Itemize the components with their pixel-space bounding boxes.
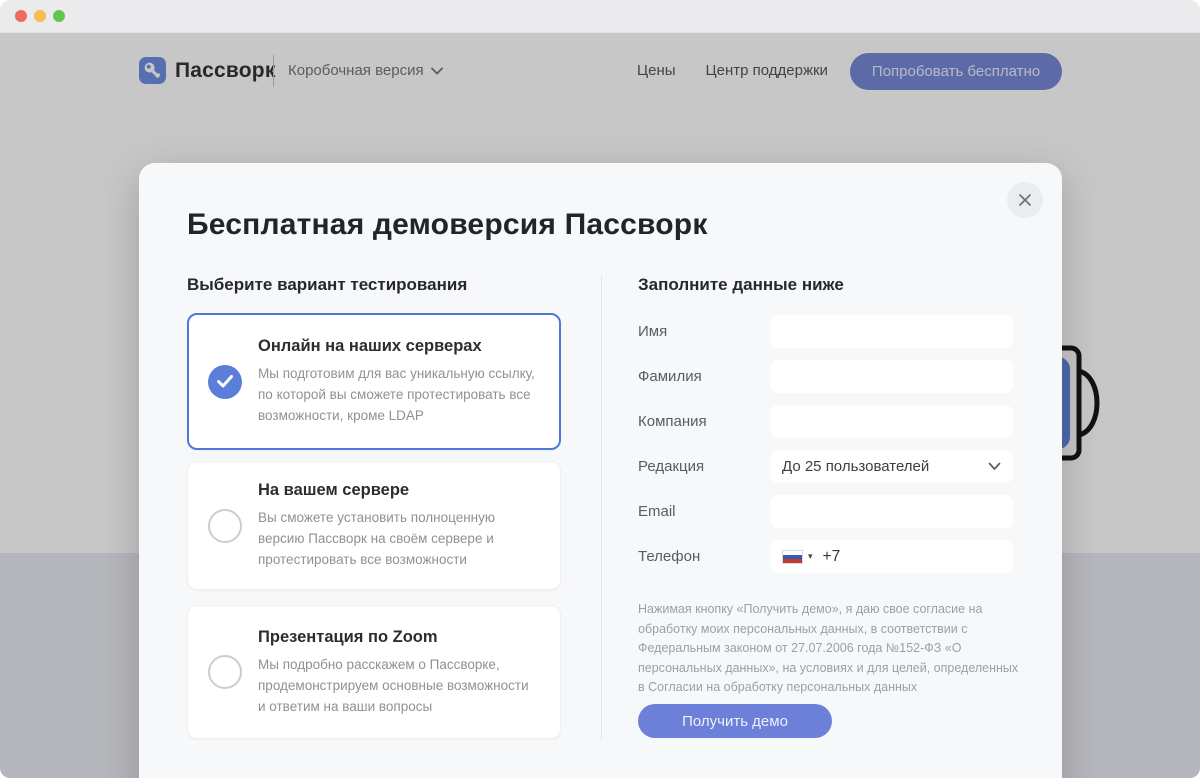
company-input[interactable]: [770, 405, 1013, 438]
radio-unchecked-icon[interactable]: [208, 655, 242, 689]
form-row-edition: Редакция До 25 пользователей: [638, 450, 1153, 483]
phone-input-box[interactable]: ▾ +7: [770, 540, 1013, 573]
surname-input[interactable]: [770, 360, 1013, 393]
page-background: Пассворк Коробочная версия Цены Центр по…: [0, 33, 1200, 778]
radio-checked-icon[interactable]: [208, 364, 242, 399]
option-text: Презентация по Zoom Мы подробно расскаже…: [258, 628, 536, 717]
field-label: Имя: [638, 323, 668, 340]
options-heading: Выберите вариант тестирования: [187, 275, 468, 294]
form-heading: Заполните данные ниже: [638, 275, 844, 294]
demo-modal: Бесплатная демоверсия Пассворк Выберите …: [139, 163, 1062, 778]
russia-flag-icon[interactable]: [782, 549, 803, 564]
option-title: Презентация по Zoom: [258, 627, 438, 646]
option-card-online[interactable]: Онлайн на наших серверах Мы подготовим д…: [187, 313, 561, 450]
titlebar: [0, 0, 1200, 33]
option-description: Мы подробно расскажем о Пассворке, проде…: [258, 656, 529, 714]
phone-prefix: +7: [822, 547, 841, 565]
option-text: Онлайн на наших серверах Мы подготовим д…: [258, 337, 536, 426]
consent-text: Нажимая кнопку «Получить демо», я даю св…: [638, 602, 1019, 694]
form-row-name: Имя: [638, 315, 1153, 348]
option-text: На вашем сервере Вы сможете установить п…: [258, 481, 536, 570]
minimize-window-button[interactable]: [34, 10, 46, 22]
name-input[interactable]: [770, 315, 1013, 348]
radio-unchecked-icon[interactable]: [208, 508, 242, 543]
browser-window: Пассворк Коробочная версия Цены Центр по…: [0, 0, 1200, 783]
edition-select-value: До 25 пользователей: [782, 458, 930, 475]
option-title: На вашем сервере: [258, 481, 410, 499]
form-row-phone: Телефон ▾ +7: [638, 540, 1153, 573]
form-row-surname: Фамилия: [638, 360, 1153, 393]
option-card-own-server[interactable]: На вашем сервере Вы сможете установить п…: [187, 461, 561, 590]
field-label: Редакция: [638, 458, 705, 475]
form-row-company: Компания: [638, 405, 1153, 438]
email-input[interactable]: [770, 495, 1013, 528]
field-label: Email: [638, 503, 676, 520]
option-description: Вы сможете установить полноценную версию…: [258, 510, 495, 567]
option-title: Онлайн на наших серверах: [258, 337, 482, 355]
country-dropdown-caret-icon[interactable]: ▾: [808, 551, 813, 562]
close-window-button[interactable]: [15, 10, 27, 22]
zoom-window-button[interactable]: [53, 10, 65, 22]
field-label: Компания: [638, 413, 707, 430]
option-card-zoom-presentation[interactable]: Презентация по Zoom Мы подробно расскаже…: [187, 605, 561, 739]
close-modal-button[interactable]: [1007, 182, 1043, 218]
edition-select[interactable]: До 25 пользователей: [770, 450, 1013, 483]
column-divider: [601, 275, 602, 740]
chevron-down-icon: [988, 462, 1001, 470]
modal-title: Бесплатная демоверсия Пассворк: [187, 208, 708, 241]
field-label: Фамилия: [638, 368, 702, 385]
option-description: Мы подготовим для вас уникальную ссылку,…: [258, 366, 535, 423]
close-icon: [1019, 194, 1031, 206]
field-label: Телефон: [638, 548, 701, 565]
get-demo-button[interactable]: Получить демо: [638, 704, 832, 738]
form-row-email: Email: [638, 495, 1153, 528]
